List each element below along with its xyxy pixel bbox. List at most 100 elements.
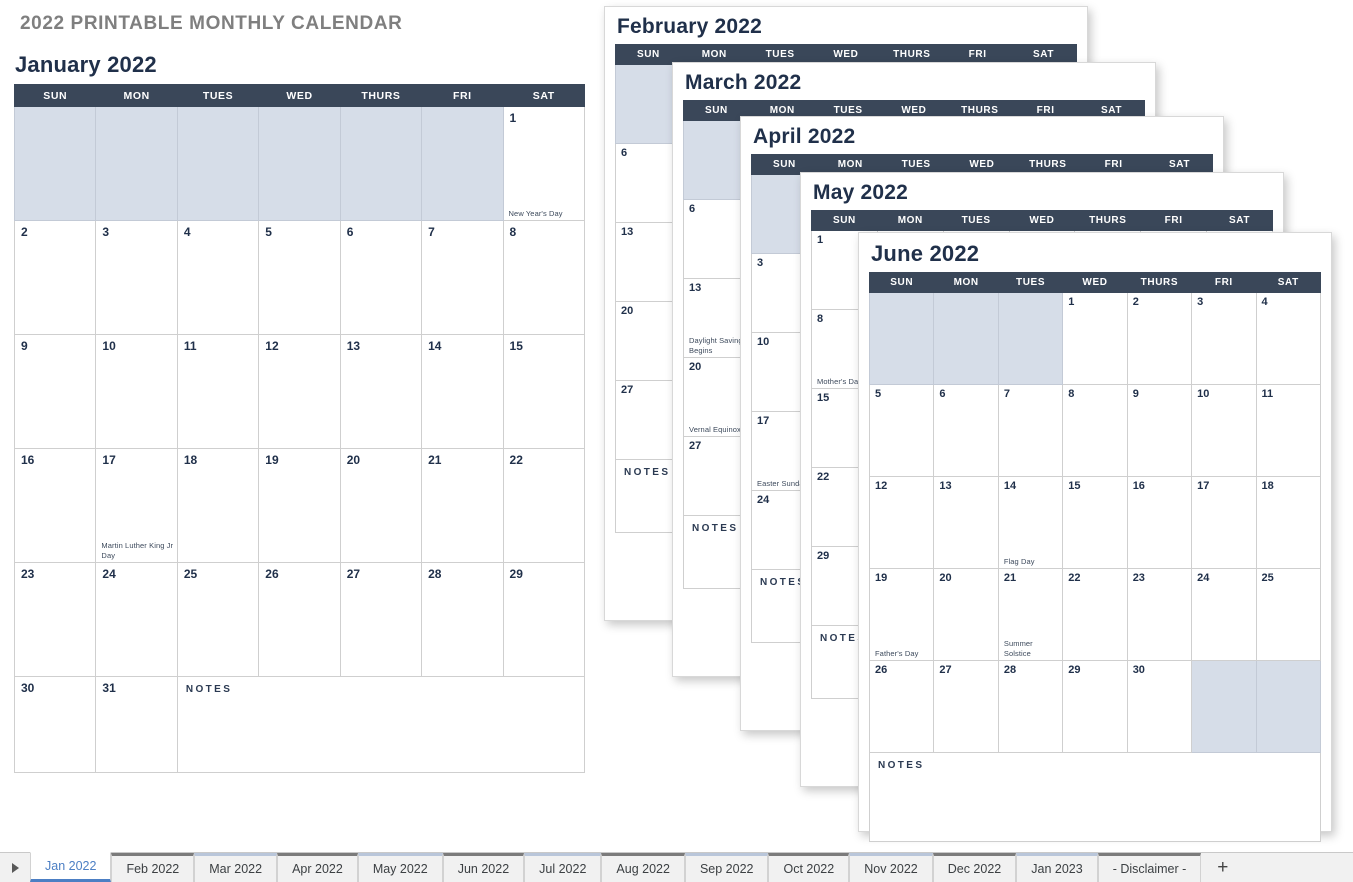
- day-cell[interactable]: 6: [933, 384, 999, 477]
- day-cell[interactable]: 9: [13, 334, 97, 449]
- empty-day-cell[interactable]: [339, 106, 423, 221]
- notes-cell-january[interactable]: NOTES: [176, 676, 586, 773]
- empty-day-cell[interactable]: [997, 292, 1064, 385]
- day-cell[interactable]: 8: [502, 220, 586, 335]
- empty-day-cell[interactable]: [258, 106, 341, 221]
- day-cell[interactable]: 12: [258, 334, 341, 449]
- table-row[interactable]: 2 3 4 5 6 7 8: [13, 220, 586, 335]
- day-cell[interactable]: 17 Martin Luther King Jr Day: [95, 448, 178, 563]
- table-row[interactable]: 5 6 7 8 9 10 11: [868, 384, 1322, 477]
- day-cell[interactable]: 11: [1255, 384, 1322, 477]
- table-row[interactable]: 9 10 11 12 13 14 15: [13, 334, 586, 449]
- day-cell[interactable]: 22: [502, 448, 586, 563]
- day-cell[interactable]: 17: [1191, 476, 1257, 569]
- empty-day-cell[interactable]: [13, 106, 97, 221]
- day-cell[interactable]: 30: [1126, 660, 1193, 753]
- day-cell[interactable]: 10: [95, 334, 178, 449]
- sheet-tab-feb-2022[interactable]: Feb 2022: [111, 853, 195, 882]
- day-cell[interactable]: 25: [176, 562, 260, 677]
- calendar-grid-june[interactable]: SUN MON TUES WED THURS FRI SAT 123456789…: [868, 272, 1322, 842]
- day-cell[interactable]: 24: [1191, 568, 1257, 661]
- add-sheet-button[interactable]: +: [1201, 853, 1245, 882]
- day-cell[interactable]: 25: [1255, 568, 1322, 661]
- day-cell[interactable]: 1 New Year's Day: [502, 106, 586, 221]
- day-cell[interactable]: 1: [1062, 292, 1128, 385]
- spreadsheet-canvas[interactable]: 2022 PRINTABLE MONTHLY CALENDAR January …: [0, 0, 1353, 852]
- table-row[interactable]: 1 2 3 4: [868, 292, 1322, 385]
- day-cell[interactable]: 14 Flag Day: [997, 476, 1064, 569]
- day-cell[interactable]: 19 Father's Day: [868, 568, 935, 661]
- day-cell[interactable]: 16: [13, 448, 97, 563]
- empty-day-cell[interactable]: [868, 292, 935, 385]
- day-cell[interactable]: 31: [95, 676, 178, 773]
- day-cell[interactable]: 2: [1126, 292, 1193, 385]
- day-cell[interactable]: 4: [1255, 292, 1322, 385]
- sheet-tab-sep-2022[interactable]: Sep 2022: [684, 853, 769, 882]
- day-cell[interactable]: 12: [868, 476, 935, 569]
- day-cell[interactable]: 3: [95, 220, 178, 335]
- day-cell[interactable]: 13: [933, 476, 999, 569]
- day-cell[interactable]: 20: [933, 568, 999, 661]
- calendar-panel-january[interactable]: January 2022 SUN MON TUES WED THURS FRI …: [13, 52, 586, 773]
- sheet-tab-disclaimer[interactable]: - Disclaimer -: [1097, 853, 1202, 882]
- sheet-tab-may-2022[interactable]: May 2022: [357, 853, 443, 882]
- empty-day-cell[interactable]: [176, 106, 260, 221]
- day-cell[interactable]: 30: [13, 676, 97, 773]
- day-cell[interactable]: 7: [421, 220, 504, 335]
- sheet-tab-mar-2022[interactable]: Mar 2022: [194, 853, 278, 882]
- calendar-footer-january[interactable]: 30 31 NOTES: [13, 676, 586, 773]
- empty-day-cell[interactable]: [933, 292, 999, 385]
- day-cell[interactable]: 2: [13, 220, 97, 335]
- day-cell[interactable]: 6: [339, 220, 423, 335]
- day-cell[interactable]: 21: [421, 448, 504, 563]
- day-cell[interactable]: 28: [421, 562, 504, 677]
- calendar-footer-june[interactable]: NOTES: [869, 752, 1321, 842]
- day-cell[interactable]: 18: [176, 448, 260, 563]
- day-cell[interactable]: 22: [1062, 568, 1128, 661]
- day-cell[interactable]: 29: [1062, 660, 1128, 753]
- day-cell[interactable]: 13: [339, 334, 423, 449]
- day-cell[interactable]: 21 Summer Solstice: [997, 568, 1064, 661]
- table-row[interactable]: NOTES: [869, 752, 1321, 842]
- calendar-panel-june[interactable]: June 2022 SUN MON TUES WED THURS FRI SAT…: [858, 232, 1332, 842]
- sheet-tab-jun-2022[interactable]: Jun 2022: [442, 853, 525, 882]
- day-cell[interactable]: 26: [258, 562, 341, 677]
- day-cell[interactable]: 27: [933, 660, 999, 753]
- day-cell[interactable]: 19: [258, 448, 341, 563]
- day-cell[interactable]: 3: [1191, 292, 1257, 385]
- day-cell[interactable]: 15: [502, 334, 586, 449]
- sheet-tab-dec-2022[interactable]: Dec 2022: [932, 853, 1017, 882]
- day-cell[interactable]: 20: [339, 448, 423, 563]
- day-cell[interactable]: 9: [1126, 384, 1193, 477]
- day-cell[interactable]: 7: [997, 384, 1064, 477]
- day-cell[interactable]: 4: [176, 220, 260, 335]
- sheet-tab-list[interactable]: Jan 2022 Feb 2022 Mar 2022 Apr 2022 May 2022…: [30, 852, 1202, 882]
- sheet-tab-jan-2023[interactable]: Jan 2023: [1016, 853, 1098, 882]
- day-cell[interactable]: 14: [421, 334, 504, 449]
- empty-day-cell[interactable]: [95, 106, 178, 221]
- day-cell[interactable]: 29: [502, 562, 586, 677]
- sheet-tab-jan-2022[interactable]: Jan 2022: [30, 852, 112, 882]
- day-cell[interactable]: 27: [339, 562, 423, 677]
- day-cell[interactable]: 23: [1126, 568, 1193, 661]
- day-cell[interactable]: 11: [176, 334, 260, 449]
- day-cell[interactable]: 5: [258, 220, 341, 335]
- sheet-tab-nov-2022[interactable]: Nov 2022: [849, 853, 933, 882]
- day-cell[interactable]: 5: [868, 384, 935, 477]
- empty-day-cell[interactable]: [1255, 660, 1322, 753]
- empty-day-cell[interactable]: [421, 106, 504, 221]
- empty-day-cell[interactable]: [1191, 660, 1257, 753]
- sheet-tab-apr-2022[interactable]: Apr 2022: [277, 853, 358, 882]
- calendar-body-january[interactable]: 1 New Year's Day 2 3 4 5 6 7 8 9 10 11 12 13 14 15 16 17 M…: [13, 106, 586, 677]
- table-row[interactable]: 12 13 14 Flag Day 15 16 17 18: [868, 476, 1322, 569]
- day-cell[interactable]: 26: [868, 660, 935, 753]
- table-row[interactable]: 30 31 NOTES: [13, 676, 586, 773]
- calendar-grid-january[interactable]: SUN MON TUES WED THURS FRI SAT 1 New Year…: [13, 84, 586, 773]
- sheet-tab-oct-2022[interactable]: Oct 2022: [768, 853, 850, 882]
- sheet-nav-button[interactable]: [0, 853, 30, 882]
- day-cell[interactable]: 18: [1255, 476, 1322, 569]
- day-cell[interactable]: 16: [1126, 476, 1193, 569]
- table-row[interactable]: 1 New Year's Day: [13, 106, 586, 221]
- table-row[interactable]: 23 24 25 26 27 28 29: [13, 562, 586, 677]
- table-row[interactable]: 26 27 28 29 30: [868, 660, 1322, 753]
